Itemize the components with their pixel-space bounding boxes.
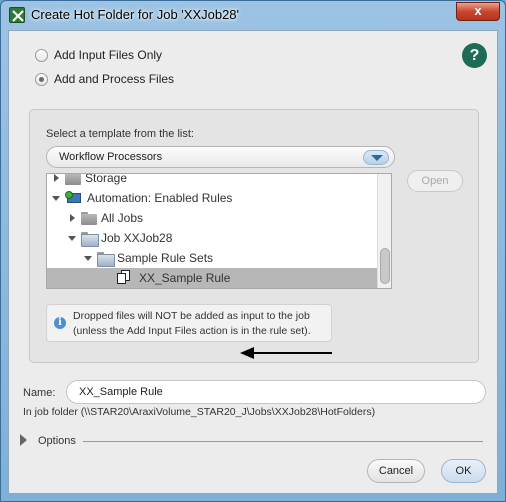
title-bar[interactable]: Create Hot Folder for Job 'XXJob28' x: [1, 1, 505, 29]
open-folder-icon: [97, 251, 115, 267]
tree-item-all-jobs[interactable]: All Jobs: [47, 208, 377, 228]
folder-icon: [65, 174, 81, 185]
template-tree[interactable]: Storage Automation: Enabled Rules All Jo…: [46, 173, 392, 289]
info-icon: i: [54, 317, 66, 329]
tree-item-label: Sample Rule Sets: [117, 251, 214, 265]
arrow-left-icon: [240, 347, 332, 359]
name-label: Name:: [23, 387, 56, 399]
expand-arrow-icon[interactable]: [51, 174, 61, 183]
template-dropdown-value: Workflow Processors: [59, 151, 163, 163]
collapse-arrow-icon[interactable]: [67, 233, 77, 243]
tree-item-label: All Jobs: [101, 211, 144, 225]
tree-item-sample-rule-sets[interactable]: Sample Rule Sets: [47, 248, 377, 268]
radio-label: Add Input Files Only: [54, 48, 163, 62]
app-icon: [9, 7, 25, 23]
template-panel: Select a template from the list: Workflo…: [29, 109, 479, 363]
folder-icon: [81, 211, 97, 225]
divider: [83, 441, 483, 442]
radio-label: Add and Process Files: [54, 72, 175, 86]
template-label: Select a template from the list:: [46, 128, 194, 140]
tree-item-label: Automation: Enabled Rules: [87, 191, 233, 205]
expand-arrow-icon[interactable]: [67, 213, 77, 223]
tree-scrollbar[interactable]: [377, 174, 391, 288]
automation-icon: [65, 190, 83, 206]
radio-button[interactable]: [35, 48, 48, 62]
close-button[interactable]: x: [456, 2, 500, 21]
radio-add-input-files-only[interactable]: Add Input Files Only: [35, 48, 162, 62]
dialog-window: Create Hot Folder for Job 'XXJob28' x Ad…: [0, 0, 506, 502]
help-button[interactable]: ?: [462, 43, 487, 68]
expand-arrow-icon[interactable]: [20, 434, 27, 446]
info-line-2: (unless the Add Input Files action is in…: [73, 325, 311, 337]
cancel-button[interactable]: Cancel: [367, 459, 425, 483]
ok-button[interactable]: OK: [441, 459, 486, 483]
tree-item-xx-sample-rule[interactable]: XX_Sample Rule: [47, 268, 377, 288]
job-folder-path: In job folder (\\STAR20\AraxiVolume_STAR…: [23, 406, 376, 418]
info-message: i Dropped files will NOT be added as inp…: [46, 304, 332, 342]
options-toggle[interactable]: Options: [19, 433, 485, 449]
tree-item-label: Storage: [85, 173, 128, 185]
radio-add-and-process-files[interactable]: Add and Process Files: [35, 72, 174, 86]
scrollbar-thumb[interactable]: [380, 248, 390, 284]
radio-button[interactable]: [35, 72, 48, 86]
info-line-1: Dropped files will NOT be added as input…: [73, 310, 310, 322]
template-dropdown[interactable]: Workflow Processors: [46, 146, 395, 168]
tree-item-storage[interactable]: Storage: [47, 173, 377, 188]
tree-item-automation-enabled-rules[interactable]: Automation: Enabled Rules: [47, 188, 377, 208]
collapse-arrow-icon[interactable]: [83, 253, 93, 263]
open-button[interactable]: Open: [407, 170, 463, 192]
window-title: Create Hot Folder for Job 'XXJob28': [31, 7, 240, 22]
collapse-arrow-icon[interactable]: [51, 193, 61, 203]
tree-item-job-xxjob28[interactable]: Job XXJob28: [47, 228, 377, 248]
tree-item-label: XX_Sample Rule: [139, 271, 231, 285]
options-label: Options: [38, 435, 76, 447]
rule-icon: [113, 270, 133, 286]
dialog-body: Add Input Files Only Add and Process Fil…: [8, 30, 498, 494]
tree-item-label: Job XXJob28: [101, 231, 173, 245]
name-input[interactable]: XX_Sample Rule: [66, 380, 486, 404]
chevron-down-icon[interactable]: [363, 150, 389, 165]
open-folder-icon: [81, 231, 99, 247]
